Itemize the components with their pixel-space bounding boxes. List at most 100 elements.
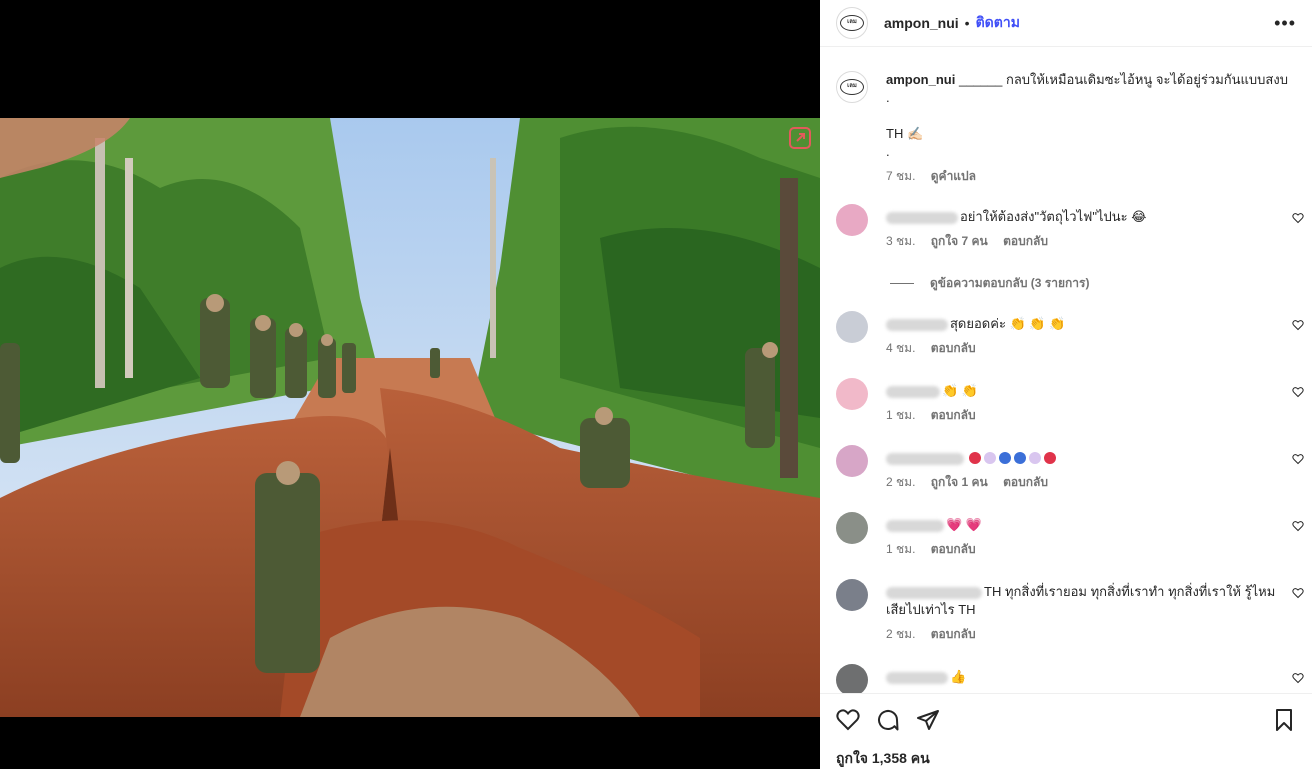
comment-text: 👍 [950,669,967,684]
likes-count[interactable]: ถูกใจ 1,358 คน [836,748,930,769]
author-avatar[interactable]: เลม [836,7,868,39]
avatar-logo: เลม [840,15,864,31]
post-media [0,0,820,769]
like-comment-heart-icon[interactable] [1292,319,1304,331]
comment-likes[interactable]: ถูกใจ 1 คน [931,475,988,489]
comment-body: อย่าให้ต้องส่ง"วัตถุไวไฟ"ไปนะ 😂 3 ชม. ถู… [886,208,1276,250]
like-comment-heart-icon[interactable] [1292,672,1304,684]
view-replies-label: ดูข้อความตอบกลับ (3 รายการ) [930,276,1090,290]
commenter-username-blurred[interactable] [886,318,948,331]
post-side-panel: เลม ampon_nui • ติดตาม ••• เลม ampon_nui… [820,0,1312,769]
comments-list[interactable]: เลม ampon_nui ______ กลบให้เหมือนเดิมซะไ… [820,47,1312,693]
emoji-circle-icon [984,452,996,464]
commenter-avatar[interactable] [836,664,868,693]
emoji-circle-icon [969,452,981,464]
comment-meta: 4 ชม. ตอบกลับ [886,339,1276,357]
caption-body: ampon_nui ______ กลบให้เหมือนเดิมซะไอ้หน… [886,71,1296,185]
comment-item: TH ทุกสิ่งที่เรายอม ทุกสิ่งที่เราทำ ทุกส… [836,579,1312,643]
commenter-avatar[interactable] [836,378,868,410]
post-photo[interactable] [0,118,820,717]
caption-line: TH ✍🏻 [886,126,924,141]
comment-meta: 2 ชม. ตอบกลับ [886,625,1276,643]
commenter-username-blurred[interactable] [886,586,982,599]
comment-body: 💗 💗 1 ชม. ตอบกลับ [886,516,1276,558]
comment-time: 4 ชม. [886,341,916,355]
comment-meta: 2 ชม. ถูกใจ 1 คน ตอบกลับ [886,473,1276,491]
comment-body: 2 ชม. ถูกใจ 1 คน ตอบกลับ [886,449,1276,491]
caption-username[interactable]: ampon_nui [886,72,955,87]
comment-meta: 1 ชม. ตอบกลับ [886,540,1276,558]
comment-text: 💗 💗 [946,517,982,532]
emoji-circle-icon [1044,452,1056,464]
more-options-icon[interactable]: ••• [1274,14,1296,32]
share-send-icon[interactable] [916,708,940,732]
comment-item: สุดยอดค่ะ 👏 👏 👏 4 ชม. ตอบกลับ [836,311,1312,357]
emoji-circle-icon [1029,452,1041,464]
author-username[interactable]: ampon_nui [884,15,959,31]
comment-emoji-row [966,450,1056,465]
commenter-avatar[interactable] [836,512,868,544]
view-replies-line [890,283,914,284]
commenter-username-blurred[interactable] [886,519,944,532]
emoji-circle-icon [1014,452,1026,464]
comment-body: 👍 [886,668,1276,693]
comment-body: TH ทุกสิ่งที่เรายอม ทุกสิ่งที่เราทำ ทุกส… [886,583,1276,643]
comment-item: 👍 [836,664,1312,693]
post-caption: เลม ampon_nui ______ กลบให้เหมือนเดิมซะไ… [836,71,1296,185]
like-heart-icon[interactable] [836,708,860,732]
translate-button[interactable]: ดูคำแปล [931,169,976,183]
post-actions [836,708,1296,732]
reply-button[interactable]: ตอบกลับ [931,408,976,422]
commenter-avatar[interactable] [836,311,868,343]
reply-button[interactable]: ตอบกลับ [931,627,976,641]
commenter-username-blurred[interactable] [886,211,958,224]
comment-text: 👏 👏 [942,383,978,398]
comment-bubble-icon[interactable] [876,708,900,732]
comment-text: สุดยอดค่ะ 👏 👏 👏 [950,316,1066,331]
comment-likes[interactable]: ถูกใจ 7 คน [931,234,988,248]
emoji-circle-icon [999,452,1011,464]
comment-body: สุดยอดค่ะ 👏 👏 👏 4 ชม. ตอบกลับ [886,315,1276,357]
comment-item: อย่าให้ต้องส่ง"วัตถุไวไฟ"ไปนะ 😂 3 ชม. ถู… [836,204,1312,250]
comment-body: 👏 👏 1 ชม. ตอบกลับ [886,382,1276,424]
like-comment-heart-icon[interactable] [1292,587,1304,599]
caption-time: 7 ชม. [886,169,916,183]
follow-button[interactable]: ติดตาม [976,12,1020,34]
caption-meta: 7 ชม. ดูคำแปล [886,167,1296,185]
avatar-logo: เลม [840,79,864,95]
open-external-icon[interactable] [788,126,812,150]
reply-button[interactable]: ตอบกลับ [931,542,976,556]
commenter-avatar[interactable] [836,445,868,477]
like-comment-heart-icon[interactable] [1292,453,1304,465]
post-footer: ถูกใจ 1,358 คน [820,693,1312,769]
header-separator: • [964,15,970,31]
reply-button[interactable]: ตอบกลับ [931,341,976,355]
comment-time: 1 ชม. [886,542,916,556]
view-replies-button[interactable]: ดูข้อความตอบกลับ (3 รายการ) [890,274,1089,293]
like-comment-heart-icon[interactable] [1292,212,1304,224]
reply-button[interactable]: ตอบกลับ [1003,475,1048,489]
caption-text: ______ กลบให้เหมือนเดิมซะไอ้หนู จะได้อยู… [958,72,1288,87]
comment-meta: 3 ชม. ถูกใจ 7 คน ตอบกลับ [886,232,1276,250]
caption-line: . [886,144,890,159]
like-comment-heart-icon[interactable] [1292,520,1304,532]
comment-meta: 1 ชม. ตอบกลับ [886,406,1276,424]
caption-avatar[interactable]: เลม [836,71,868,103]
commenter-username-blurred[interactable] [886,385,940,398]
comment-item: 💗 💗 1 ชม. ตอบกลับ [836,512,1312,558]
commenter-avatar[interactable] [836,579,868,611]
comment-item: 👏 👏 1 ชม. ตอบกลับ [836,378,1312,424]
save-bookmark-icon[interactable] [1272,708,1296,732]
post-header: เลม ampon_nui • ติดตาม ••• [820,0,1312,47]
commenter-username-blurred[interactable] [886,452,964,465]
comment-text: อย่าให้ต้องส่ง"วัตถุไวไฟ"ไปนะ 😂 [960,209,1147,224]
commenter-avatar[interactable] [836,204,868,236]
soldiers-trench-photo [0,118,820,717]
comment-time: 1 ชม. [886,408,916,422]
comment-time: 2 ชม. [886,627,916,641]
like-comment-heart-icon[interactable] [1292,386,1304,398]
comment-time: 3 ชม. [886,234,916,248]
commenter-username-blurred[interactable] [886,671,948,684]
reply-button[interactable]: ตอบกลับ [1003,234,1048,248]
comment-item: 2 ชม. ถูกใจ 1 คน ตอบกลับ [836,445,1312,491]
